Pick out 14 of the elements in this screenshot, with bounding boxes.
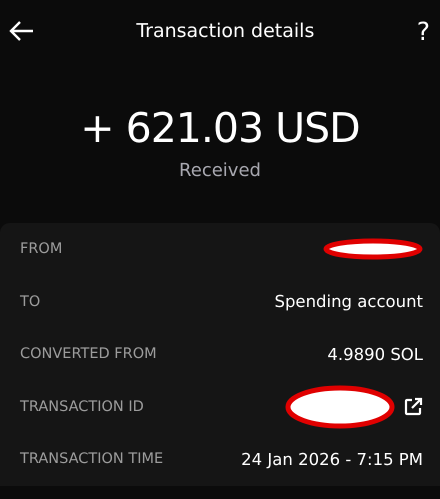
detail-label: CONVERTED FROM <box>20 346 157 362</box>
back-arrow-icon[interactable] <box>8 20 34 42</box>
detail-label: TRANSACTION TIME <box>20 451 164 468</box>
screen-title: Transaction details <box>136 20 314 42</box>
detail-value: 24 Jan 2026 - 7:15 PM <box>241 450 423 469</box>
detail-label: TO <box>20 294 40 310</box>
detail-label: TRANSACTION ID <box>20 398 144 415</box>
detail-value: 4.9890 SOL <box>327 344 423 364</box>
detail-value: Spending account <box>274 292 423 312</box>
help-button[interactable]: ? <box>416 16 430 46</box>
amount: + 621.03 USD <box>79 104 361 152</box>
external-link-icon[interactable] <box>403 396 423 417</box>
detail-label: FROM <box>20 241 62 258</box>
transaction-status: Received <box>178 160 262 181</box>
